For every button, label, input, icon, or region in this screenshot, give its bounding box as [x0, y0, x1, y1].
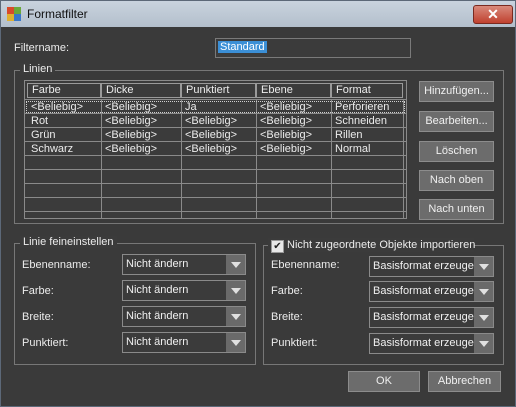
dropdown-value: Nicht ändern — [126, 258, 189, 270]
column-header-dicke[interactable]: Dicke — [101, 83, 181, 98]
table-cell: Schwarz — [31, 143, 74, 155]
row-divider — [25, 183, 406, 184]
cancel-button[interactable]: Abbrechen — [428, 371, 501, 392]
row-divider — [25, 99, 406, 100]
column-header-format[interactable]: Format — [331, 83, 403, 98]
table-cell: <Beliebig> — [105, 129, 157, 141]
row-divider — [25, 169, 406, 170]
fine-farbe-dropdown[interactable]: Nicht ändern — [122, 280, 246, 301]
fine-punktiert-dropdown[interactable]: Nicht ändern — [122, 332, 246, 353]
close-button[interactable]: ✕ — [473, 5, 513, 24]
column-header-ebene[interactable]: Ebene — [256, 83, 331, 98]
chevron-down-icon — [226, 307, 245, 326]
dropdown-value: Nicht ändern — [126, 310, 189, 322]
fine-ebenenname-label: Ebenenname: — [22, 259, 91, 271]
dropdown-value: Basisformat erzeugen — [373, 285, 480, 297]
unassigned-punktiert-label: Punktiert: — [271, 337, 318, 349]
chevron-down-icon — [474, 282, 493, 301]
table-cell: <Beliebig> — [105, 143, 157, 155]
fine-breite-label: Breite: — [22, 311, 54, 323]
fine-breite-dropdown[interactable]: Nicht ändern — [122, 306, 246, 327]
unassigned-checkbox-label[interactable]: Nicht zugeordnete Objekte importieren — [287, 239, 475, 251]
table-cell: Normal — [335, 143, 371, 155]
chevron-down-icon — [226, 281, 245, 300]
chevron-down-icon — [474, 308, 493, 327]
unassigned-ebenenname-label: Ebenenname: — [271, 259, 340, 271]
filtername-input[interactable]: Standard — [215, 38, 411, 58]
table-cell: Grün — [31, 129, 56, 141]
linien-group-title: Linien — [20, 63, 56, 75]
title-bar[interactable]: Formatfilter ✕ — [1, 1, 515, 27]
dropdown-value: Basisformat erzeugen — [373, 337, 480, 349]
check-icon: ✔ — [273, 241, 282, 252]
unassigned-punktiert-dropdown[interactable]: Basisformat erzeugen — [369, 333, 494, 354]
close-icon: ✕ — [487, 6, 499, 22]
unassigned-farbe-dropdown[interactable]: Basisformat erzeugen — [369, 281, 494, 302]
dropdown-value: Basisformat erzeugen — [373, 311, 480, 323]
table-cell: <Beliebig> — [185, 143, 237, 155]
fine-punktiert-label: Punktiert: — [22, 337, 69, 349]
filtername-label: Filtername: — [14, 42, 70, 54]
table-cell: <Beliebig> — [260, 115, 312, 127]
table-cell: Rillen — [335, 129, 363, 141]
chevron-down-icon — [226, 255, 245, 274]
unassigned-breite-label: Breite: — [271, 311, 303, 323]
row-divider — [25, 211, 406, 212]
column-header-punktiert[interactable]: Punktiert — [181, 83, 256, 98]
unassigned-breite-dropdown[interactable]: Basisformat erzeugen — [369, 307, 494, 328]
linien-table[interactable]: Farbe Dicke Punktiert Ebene Format <Beli… — [24, 80, 407, 219]
ok-button[interactable]: OK — [348, 371, 420, 392]
move-down-button[interactable]: Nach unten — [419, 199, 494, 220]
table-cell: Rot — [31, 115, 49, 127]
table-cell: Perforieren — [335, 101, 390, 113]
delete-button[interactable]: Löschen — [419, 141, 494, 162]
fine-ebenenname-dropdown[interactable]: Nicht ändern — [122, 254, 246, 275]
table-cell: <Beliebig> — [260, 101, 312, 113]
window-title: Formatfilter — [27, 7, 88, 21]
column-divider — [403, 99, 404, 218]
table-cell: <Beliebig> — [260, 129, 312, 141]
table-cell: <Beliebig> — [185, 115, 237, 127]
table-cell: <Beliebig> — [105, 115, 157, 127]
app-icon — [7, 7, 21, 21]
unassigned-ebenenname-dropdown[interactable]: Basisformat erzeugen — [369, 256, 494, 277]
move-up-button[interactable]: Nach oben — [419, 170, 494, 191]
fine-tune-group-title: Linie feineinstellen — [20, 236, 117, 248]
row-divider — [25, 197, 406, 198]
unassigned-checkbox[interactable]: ✔ — [271, 240, 284, 253]
table-cell: <Beliebig> — [31, 101, 83, 113]
table-cell: <Beliebig> — [260, 143, 312, 155]
dropdown-value: Nicht ändern — [126, 284, 189, 296]
dropdown-value: Nicht ändern — [126, 336, 189, 348]
add-button[interactable]: Hinzufügen... — [419, 81, 494, 102]
table-cell: <Beliebig> — [185, 129, 237, 141]
filtername-value: Standard — [218, 41, 267, 53]
fine-farbe-label: Farbe: — [22, 285, 54, 297]
chevron-down-icon — [226, 333, 245, 352]
chevron-down-icon — [474, 334, 493, 353]
chevron-down-icon — [474, 257, 493, 276]
edit-button[interactable]: Bearbeiten... — [419, 111, 494, 132]
dropdown-value: Basisformat erzeugen — [373, 260, 480, 272]
table-cell: <Beliebig> — [105, 101, 157, 113]
table-cell: Schneiden — [335, 115, 387, 127]
column-header-farbe[interactable]: Farbe — [27, 83, 101, 98]
table-cell: Ja — [185, 101, 197, 113]
unassigned-farbe-label: Farbe: — [271, 285, 303, 297]
